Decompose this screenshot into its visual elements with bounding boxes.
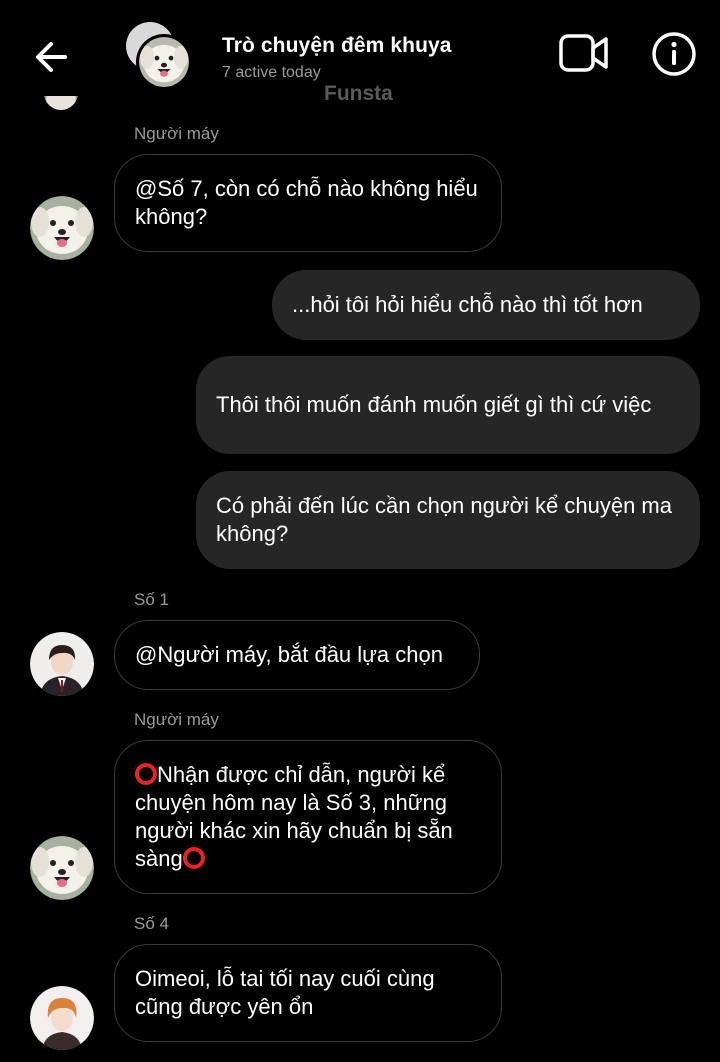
hollow-red-circle-emoji [135,763,157,785]
dog-avatar-image [30,836,94,900]
avatar[interactable] [30,196,94,260]
message-bubble-incoming[interactable]: @Người máy, bắt đầu lựa chọn [114,620,480,690]
chat-screen: Trò chuyện đêm khuya 7 active today Funs… [0,0,720,1062]
person-avatar-image [30,986,94,1050]
message-text: Oimeoi, lỗ tai tối nay cuối cùng cũng đư… [135,966,435,1019]
message-bubble-incoming[interactable]: Nhận được chỉ dẫn, người kể chuyện hôm n… [114,740,502,894]
message-text: Có phải đến lúc cần chọn người kể chuyện… [216,493,672,546]
sender-name: Người máy [134,710,219,729]
message-bubble-outgoing[interactable]: Thôi thôi muốn đánh muốn giết gì thì cứ … [196,356,700,454]
info-icon [652,32,696,76]
group-avatar[interactable] [124,22,196,94]
hollow-red-circle-emoji [182,847,205,869]
message-bubble-incoming[interactable]: @Số 7, còn có chỗ nào không hiểu không? [114,154,502,252]
group-avatar-primary [136,34,192,90]
message-bubble-outgoing[interactable]: ...hỏi tôi hỏi hiểu chỗ nào thì tốt hơn [272,270,700,340]
previous-message-avatar [44,96,78,110]
chat-title[interactable]: Trò chuyện đêm khuya [222,34,452,58]
dog-avatar-image [139,37,189,87]
info-button[interactable] [650,30,698,78]
message-text: Thôi thôi muốn đánh muốn giết gì thì cứ … [216,392,652,417]
avatar[interactable] [30,632,94,696]
message-text: @Số 7, còn có chỗ nào không hiểu không? [135,176,478,229]
video-call-button[interactable] [558,30,610,76]
message-bubble-incoming[interactable]: Oimeoi, lỗ tai tối nay cuối cùng cũng đư… [114,944,502,1042]
active-status: 7 active today [222,64,321,81]
avatar[interactable] [30,836,94,900]
video-camera-icon [559,34,608,72]
message-bubble-outgoing[interactable]: Có phải đến lúc cần chọn người kể chuyện… [196,471,700,569]
watermark-text: Funsta [324,82,393,105]
arrow-left-icon [36,42,67,72]
chat-header: Trò chuyện đêm khuya 7 active today Funs… [0,0,720,112]
sender-name: Số 4 [134,914,169,933]
back-button[interactable] [28,34,74,80]
message-text: @Người máy, bắt đầu lựa chọn [135,642,443,667]
avatar[interactable] [30,986,94,1050]
dog-avatar-image [30,196,94,260]
message-text: ...hỏi tôi hỏi hiểu chỗ nào thì tốt hơn [292,292,643,317]
message-content: Nhận được chỉ dẫn, người kể chuyện hôm n… [135,761,481,873]
sender-name: Số 1 [134,590,169,609]
sender-name: Người máy [134,124,219,143]
person-avatar-image [30,632,94,696]
